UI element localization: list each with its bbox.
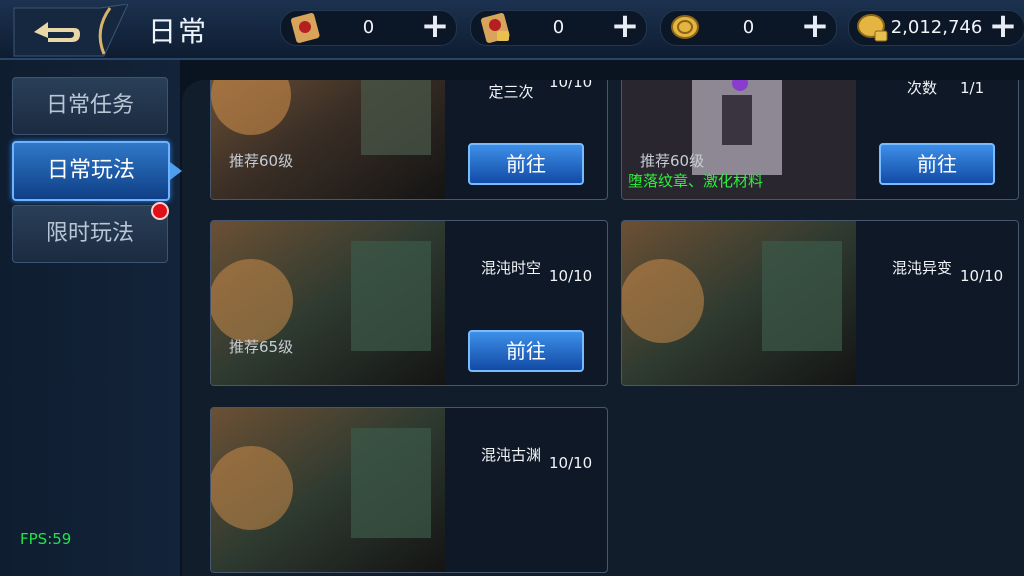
activity-card: 推荐60级 堕落纹章、激化材料 次数 1/1 前往 <box>621 80 1019 200</box>
activity-list[interactable]: 推荐60级 定三次 10/10 前往 推荐60级 堕落纹章、激化材料 次数 1/… <box>182 80 1024 576</box>
activity-thumbnail <box>622 221 856 385</box>
notification-dot <box>151 202 169 220</box>
activity-thumbnail <box>211 221 445 385</box>
coin-icon <box>671 15 699 39</box>
locked-scroll-icon <box>480 12 510 43</box>
materials-text: 堕落纹章、激化材料 <box>628 172 764 190</box>
back-button[interactable] <box>8 3 129 60</box>
back-arrow-icon <box>13 3 129 57</box>
activity-card: 混沌异变 10/10 <box>621 220 1019 386</box>
resource-value: 0 <box>742 17 755 38</box>
activity-card: 推荐65级 混沌时空 10/10 前往 <box>210 220 608 386</box>
activity-count: 1/1 <box>960 80 985 97</box>
page-title: 日常 <box>148 15 209 48</box>
activity-name: 定三次 <box>488 83 534 101</box>
resource-coin: 0 + <box>660 9 837 46</box>
fps-counter: FPS:59 <box>20 530 72 548</box>
sidebar-item-limited-gameplay[interactable]: 限时玩法 <box>12 202 169 263</box>
add-button[interactable]: + <box>608 9 642 43</box>
scroll-icon <box>290 12 320 43</box>
activity-thumbnail <box>211 408 445 572</box>
sidebar-item-daily-tasks[interactable]: 日常任务 <box>12 77 168 135</box>
go-button[interactable]: 前往 <box>468 330 584 372</box>
resource-value: 0 <box>362 17 375 38</box>
top-bar: 日常 0 + 0 + 0 + 2,012,746 + <box>0 0 1024 60</box>
add-button[interactable]: + <box>418 9 452 43</box>
go-button[interactable]: 前往 <box>879 143 995 185</box>
activity-count: 10/10 <box>549 80 593 91</box>
locked-coin-icon <box>857 14 888 42</box>
recommended-level: 推荐65级 <box>229 338 294 356</box>
resource-scroll: 0 + <box>280 9 457 46</box>
activity-card: 推荐60级 定三次 10/10 前往 <box>210 80 608 200</box>
activity-card: 混沌古渊 10/10 <box>210 407 608 573</box>
go-button[interactable]: 前往 <box>468 143 584 185</box>
sidebar: 日常任务 日常玩法 限时玩法 <box>0 60 182 576</box>
sidebar-item-label: 限时玩法 <box>45 221 134 246</box>
resource-value: 2,012,746 <box>890 17 983 38</box>
add-button[interactable]: + <box>798 9 832 43</box>
activity-count: 10/10 <box>960 267 1004 285</box>
activity-name: 混沌异变 <box>892 259 953 277</box>
activity-thumbnail <box>211 80 445 199</box>
activity-name: 混沌古渊 <box>481 446 542 464</box>
activity-count: 10/10 <box>549 267 593 285</box>
resource-locked-coin: 2,012,746 + <box>848 9 1024 46</box>
resource-locked-scroll: 0 + <box>470 9 647 46</box>
recommended-level: 推荐60级 <box>640 152 705 170</box>
add-button[interactable]: + <box>986 9 1020 43</box>
activity-name: 次数 <box>906 80 937 97</box>
resource-value: 0 <box>552 17 565 38</box>
activity-name: 混沌时空 <box>481 259 542 277</box>
sidebar-item-daily-gameplay[interactable]: 日常玩法 <box>12 141 182 201</box>
recommended-level: 推荐60级 <box>229 152 294 170</box>
activity-count: 10/10 <box>549 454 593 472</box>
